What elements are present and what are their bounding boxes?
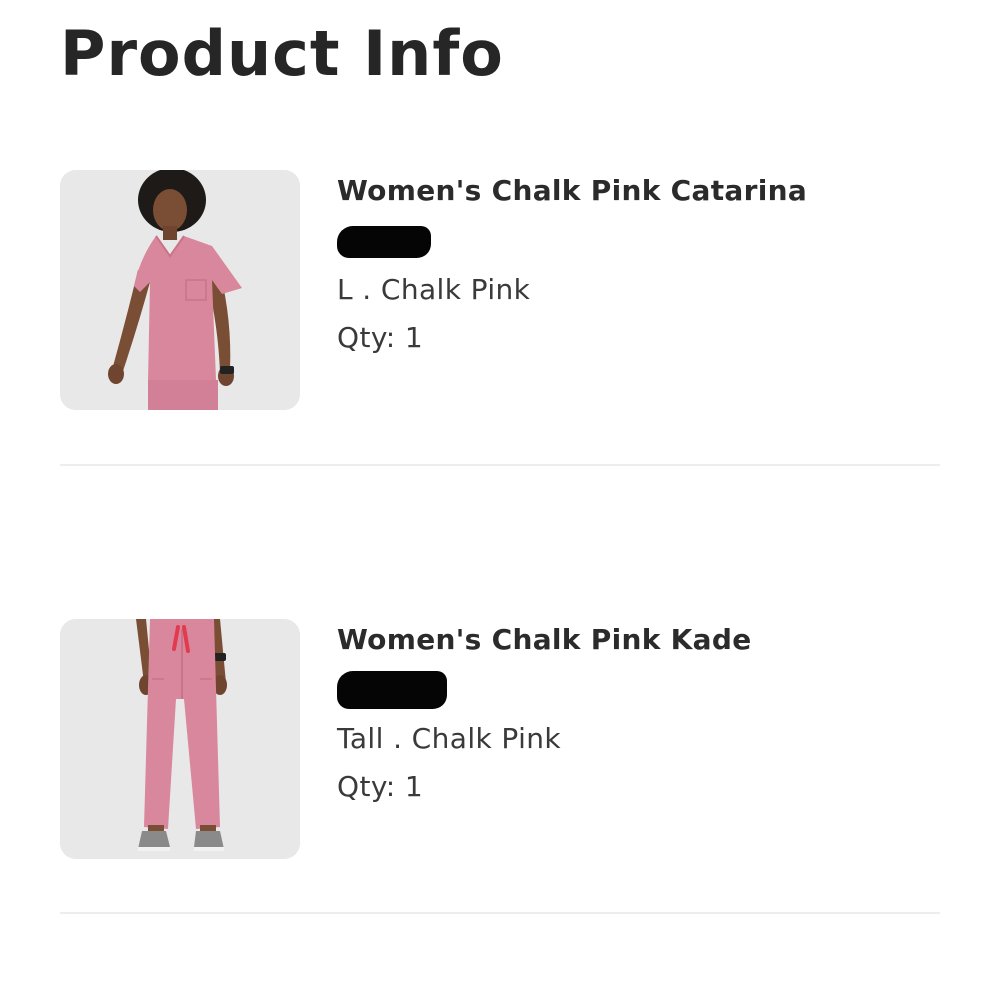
product-variant: Tall . Chalk Pink bbox=[337, 722, 562, 755]
scrub-pants-image[interactable] bbox=[60, 619, 300, 859]
scrub-pants-photo-icon bbox=[60, 619, 300, 859]
scrub-top-photo-icon bbox=[60, 170, 300, 410]
page-title: Product Info bbox=[60, 17, 504, 90]
product-info-page: Product Info Women's Chalk Pink Catarina… bbox=[0, 0, 1000, 1000]
divider bbox=[60, 912, 940, 914]
product-variant: L . Chalk Pink bbox=[337, 273, 531, 306]
product-quantity: Qty: 1 bbox=[337, 770, 424, 803]
redacted-mark bbox=[337, 671, 447, 709]
redacted-mark bbox=[337, 226, 431, 258]
product-item[interactable]: Women's Chalk Pink Kade Tall . Chalk Pin… bbox=[60, 619, 940, 859]
product-item[interactable]: Women's Chalk Pink Catarina L . Chalk Pi… bbox=[60, 170, 940, 410]
divider bbox=[60, 464, 940, 466]
product-name[interactable]: Women's Chalk Pink Kade bbox=[337, 623, 752, 656]
product-name[interactable]: Women's Chalk Pink Catarina bbox=[337, 174, 807, 207]
product-quantity: Qty: 1 bbox=[337, 321, 424, 354]
scrub-top-image[interactable] bbox=[60, 170, 300, 410]
